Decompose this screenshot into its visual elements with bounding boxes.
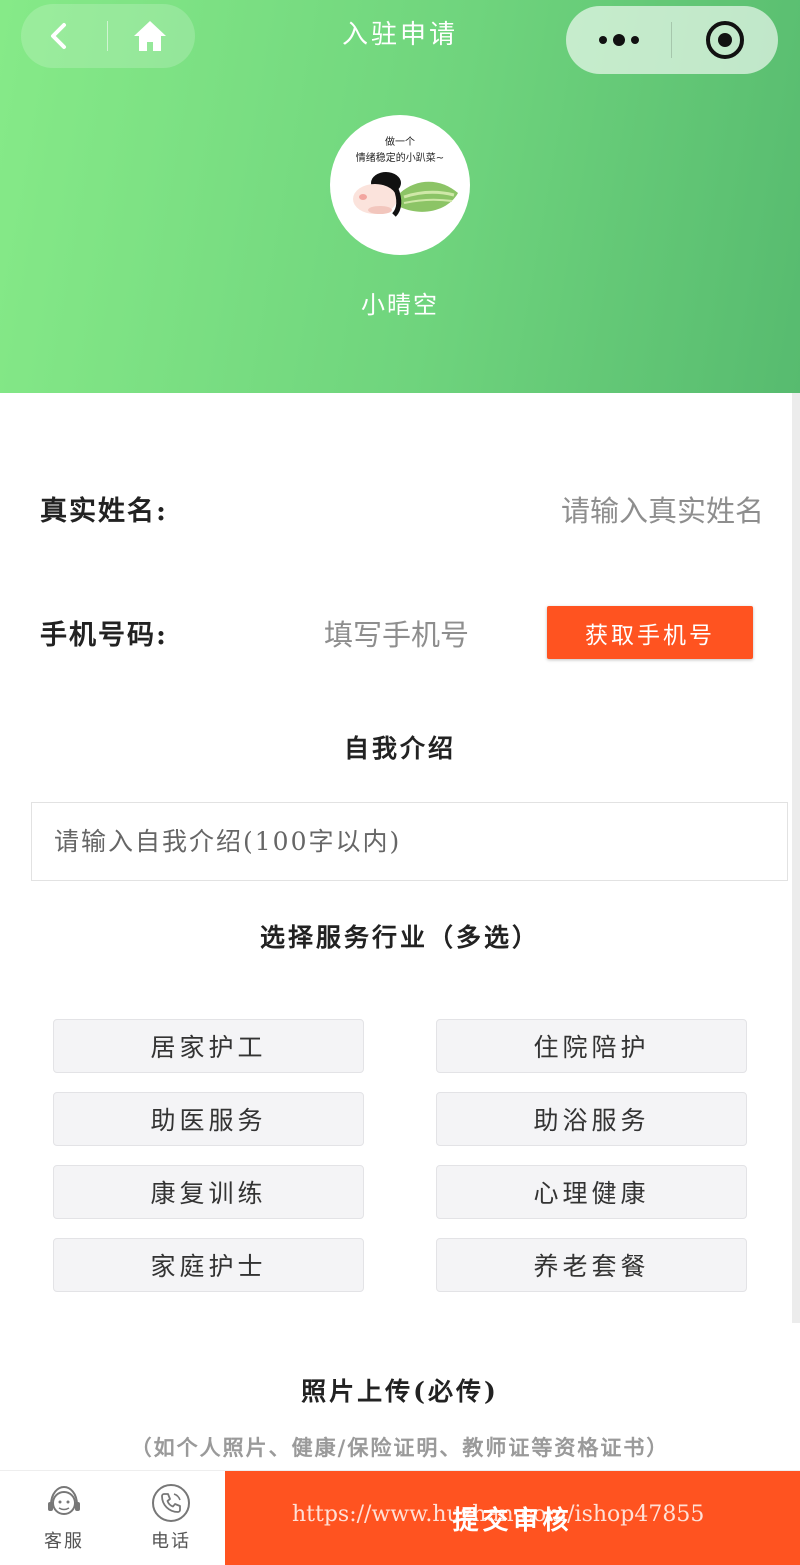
get-phone-button[interactable]: 获取手机号 — [547, 606, 753, 659]
customer-service-tab[interactable]: 客服 — [14, 1471, 114, 1565]
service-option[interactable]: 助医服务 — [53, 1092, 364, 1146]
phone-label: 手机号码: — [40, 620, 168, 651]
phone-icon — [152, 1484, 190, 1522]
services-title: 选择服务行业（多选） — [259, 923, 540, 952]
user-nickname: 小晴空 — [361, 291, 439, 319]
upload-title: 照片上传(必传) — [301, 1377, 499, 1406]
intro-field-box — [31, 802, 788, 881]
scrollbar-track[interactable] — [792, 393, 800, 1323]
service-option[interactable]: 心理健康 — [436, 1165, 747, 1219]
intro-input[interactable] — [32, 803, 787, 880]
phone-input[interactable] — [322, 612, 526, 658]
avatar[interactable]: 做一个 情绪稳定的小趴菜~ — [330, 115, 470, 255]
bottom-action-bar: 客服 电话 提交审核 — [0, 1470, 800, 1565]
intro-title: 自我介绍 — [343, 734, 456, 763]
phone-tab-label: 电话 — [151, 1531, 191, 1552]
svg-text:做一个: 做一个 — [385, 135, 415, 148]
service-option[interactable]: 康复训练 — [53, 1165, 364, 1219]
more-dots-icon — [598, 34, 639, 46]
service-option[interactable]: 家庭护士 — [53, 1238, 364, 1292]
profile-header: 入驻申请 做一个 情绪稳定的小趴菜~ 小晴空 — [0, 0, 800, 393]
upload-hint: （如个人照片、健康/保险证明、教师证等资格证书） — [130, 1435, 670, 1460]
customer-service-label: 客服 — [44, 1531, 84, 1552]
target-circle-icon — [705, 21, 744, 59]
service-option[interactable]: 助浴服务 — [436, 1092, 747, 1146]
real-name-label: 真实姓名: — [40, 496, 168, 527]
avatar-illustration: 做一个 情绪稳定的小趴菜~ — [353, 135, 458, 217]
service-grid: 居家护工 住院陪护 助医服务 助浴服务 康复训练 心理健康 家庭护士 养老套餐 — [53, 1019, 747, 1292]
svg-text:情绪稳定的小趴菜~: 情绪稳定的小趴菜~ — [356, 151, 444, 164]
miniprogram-capsule — [566, 6, 778, 74]
close-miniprogram-button[interactable] — [672, 6, 777, 74]
submit-review-button[interactable]: 提交审核 — [225, 1471, 800, 1565]
customer-service-icon — [48, 1485, 80, 1515]
service-option[interactable]: 住院陪护 — [436, 1019, 747, 1073]
real-name-input[interactable] — [440, 488, 766, 534]
more-button[interactable] — [566, 6, 671, 74]
service-option[interactable]: 养老套餐 — [436, 1238, 747, 1292]
service-option[interactable]: 居家护工 — [53, 1019, 364, 1073]
phone-tab[interactable]: 电话 — [121, 1471, 221, 1565]
